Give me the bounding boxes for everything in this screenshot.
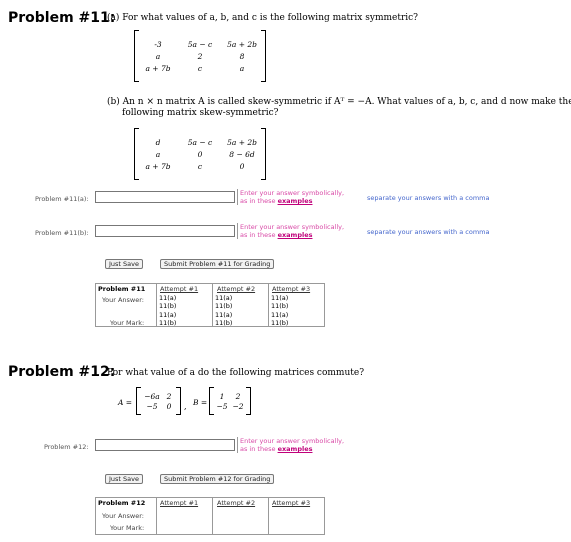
problem-11b-question-line2: following matrix skew-symmetric? bbox=[122, 108, 279, 118]
hint-text: Enter your answer symbolically, bbox=[240, 223, 345, 231]
matrix-cell: −6a bbox=[144, 391, 160, 401]
matrix-cell: 0 bbox=[197, 149, 203, 159]
divider bbox=[212, 284, 213, 326]
matrix-cell: 8 bbox=[239, 51, 245, 61]
attempt-2-answers: 11(a) 11(b) bbox=[215, 294, 233, 310]
matrix-cell: 0 bbox=[166, 401, 172, 411]
attempt-col-1: Attempt #1 bbox=[160, 499, 199, 507]
matrix-cell: a bbox=[155, 51, 161, 61]
hint-text: as in these examples bbox=[240, 231, 313, 239]
problem-11-title: Problem #11: bbox=[8, 10, 116, 26]
attempts-table-11: Problem #11 Attempt #1 Attempt #2 Attemp… bbox=[95, 283, 325, 327]
matrix-B-grid: 1 2 −5 −2 bbox=[214, 390, 246, 413]
matrix-cell: c bbox=[197, 63, 203, 73]
answer-label-11a: Problem #11(a): bbox=[35, 195, 89, 203]
right-bracket bbox=[246, 387, 251, 415]
attempt-1-answers: 11(a) 11(b) bbox=[159, 294, 177, 310]
attempt-3-marks: 11(a) 11(b) bbox=[271, 311, 289, 327]
your-mark-label: Your Mark: bbox=[110, 524, 145, 532]
matrix-cell: a + 7b bbox=[145, 63, 171, 73]
problem-11a-question: (a) For what values of a, b, and c is th… bbox=[107, 13, 419, 23]
matrix-cell: a + 7b bbox=[145, 161, 171, 171]
matrix-B: 1 2 −5 −2 bbox=[209, 387, 251, 415]
divider bbox=[212, 498, 213, 534]
right-bracket bbox=[261, 30, 266, 82]
submit-problem-11-button[interactable]: Submit Problem #11 for Grading bbox=[160, 259, 275, 269]
matrix-cell: 5a + 2b bbox=[227, 137, 257, 147]
attempt-1-marks: 11(a) 11(b) bbox=[159, 311, 177, 327]
matrix-cell: 1 bbox=[219, 391, 225, 401]
your-answer-label: Your Answer: bbox=[102, 296, 144, 304]
attempt-2-marks: 11(a) 11(b) bbox=[215, 311, 233, 327]
matrix-a-grid: -3 5a − c 5a + 2b a 2 8 a + 7b c a bbox=[139, 38, 261, 75]
your-mark-label: Your Mark: bbox=[110, 319, 145, 327]
matrix-cell: 5a + 2b bbox=[227, 39, 257, 49]
matrix-cell: −5 bbox=[146, 401, 158, 411]
attempts-header: Problem #11 bbox=[98, 285, 146, 293]
answer-input-11b[interactable] bbox=[95, 225, 235, 237]
problem-12-question: For what value of a do the following mat… bbox=[107, 368, 365, 378]
attempt-col-2: Attempt #2 bbox=[217, 285, 256, 293]
matrix-b: d 5a − c 5a + 2b a 0 8 − 6d a + 7b c 0 bbox=[134, 128, 266, 180]
answer-input-12[interactable] bbox=[95, 439, 235, 451]
matrix-cell: -3 bbox=[154, 39, 162, 49]
just-save-button-12[interactable]: Just Save bbox=[105, 474, 143, 484]
matrix-cell: 8 − 6d bbox=[229, 149, 255, 159]
matrix-A: −6a 2 −5 0 bbox=[136, 387, 181, 415]
examples-link[interactable]: examples bbox=[278, 197, 313, 205]
hint-text: as in these examples bbox=[240, 197, 313, 205]
matrix-cell: 2 bbox=[166, 391, 172, 401]
matrix-cell: −2 bbox=[232, 401, 244, 411]
matrix-cell: c bbox=[197, 161, 203, 171]
divider bbox=[156, 284, 157, 326]
matrix-cell: −5 bbox=[216, 401, 228, 411]
attempt-col-3: Attempt #3 bbox=[272, 285, 311, 293]
answer-label-12: Problem #12: bbox=[44, 443, 89, 451]
matrix-B-label: B = bbox=[193, 398, 208, 407]
right-bracket bbox=[176, 387, 181, 415]
matrix-cell: 2 bbox=[235, 391, 241, 401]
attempt-col-3: Attempt #3 bbox=[272, 499, 311, 507]
matrix-A-label: A = bbox=[118, 398, 133, 407]
attempt-col-2: Attempt #2 bbox=[217, 499, 256, 507]
matrix-a: -3 5a − c 5a + 2b a 2 8 a + 7b c a bbox=[134, 30, 266, 82]
right-bracket bbox=[261, 128, 266, 180]
matrix-cell: 0 bbox=[239, 161, 245, 171]
answer-input-11a[interactable] bbox=[95, 191, 235, 203]
matrix-cell: 5a − c bbox=[187, 137, 213, 147]
answer-label-11b: Problem #11(b): bbox=[35, 229, 89, 237]
matrix-b-grid: d 5a − c 5a + 2b a 0 8 − 6d a + 7b c 0 bbox=[139, 136, 261, 173]
problem-11b-question-line1: (b) An n × n matrix A is called skew-sym… bbox=[107, 97, 571, 107]
matrix-cell: 5a − c bbox=[187, 39, 213, 49]
matrix-cell: d bbox=[155, 137, 161, 147]
submit-problem-12-button[interactable]: Submit Problem #12 for Grading bbox=[160, 474, 275, 484]
attempt-col-1: Attempt #1 bbox=[160, 285, 199, 293]
comma: , bbox=[184, 402, 187, 411]
separate-note-11a: separate your answers with a comma bbox=[367, 194, 490, 202]
matrix-A-grid: −6a 2 −5 0 bbox=[141, 390, 176, 413]
divider bbox=[268, 284, 269, 326]
divider bbox=[156, 498, 157, 534]
examples-link[interactable]: examples bbox=[278, 231, 313, 239]
matrix-cell: 2 bbox=[197, 51, 203, 61]
just-save-button-11[interactable]: Just Save bbox=[105, 259, 143, 269]
answer-hint-11a: Enter your answer symbolically, as in th… bbox=[237, 189, 344, 205]
hint-text: Enter your answer symbolically, bbox=[240, 437, 345, 445]
your-answer-label: Your Answer: bbox=[102, 512, 144, 520]
answer-hint-11b: Enter your answer symbolically, as in th… bbox=[237, 223, 344, 239]
matrix-cell: a bbox=[155, 149, 161, 159]
problem-12-title: Problem #12: bbox=[8, 364, 116, 380]
attempts-header: Problem #12 bbox=[98, 499, 146, 507]
divider bbox=[268, 498, 269, 534]
answer-hint-12: Enter your answer symbolically, as in th… bbox=[237, 437, 344, 453]
separate-note-11b: separate your answers with a comma bbox=[367, 228, 490, 236]
hint-text: as in these examples bbox=[240, 445, 313, 453]
hint-text: Enter your answer symbolically, bbox=[240, 189, 345, 197]
matrix-cell: a bbox=[239, 63, 245, 73]
attempt-3-answers: 11(a) 11(b) bbox=[271, 294, 289, 310]
examples-link[interactable]: examples bbox=[278, 445, 313, 453]
attempts-table-12: Problem #12 Attempt #1 Attempt #2 Attemp… bbox=[95, 497, 325, 535]
